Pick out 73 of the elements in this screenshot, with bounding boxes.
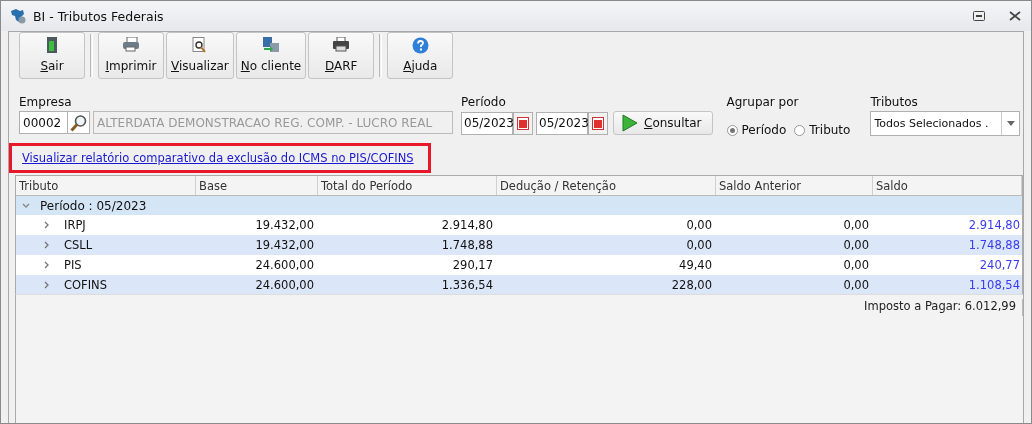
- printer-icon: [332, 37, 351, 52]
- help-icon: [411, 37, 429, 54]
- table-cell: 0,00: [843, 238, 869, 252]
- date-field[interactable]: 05/2023: [536, 111, 588, 135]
- table-cell: CSLL: [64, 238, 93, 252]
- table-cell: 1.748,88: [968, 238, 1020, 252]
- column-header[interactable]: Saldo Anterior: [716, 176, 873, 195]
- table-cell: 24.600,00: [255, 278, 314, 292]
- consultar-button[interactable]: Consultar: [613, 111, 713, 135]
- table-cell: 0,00: [843, 218, 869, 232]
- server-icon: [262, 37, 280, 53]
- table-cell: PIS: [64, 258, 82, 272]
- tributos-dropdown[interactable]: Todos Selecionados .: [870, 111, 1021, 136]
- column-header[interactable]: Base: [196, 176, 318, 195]
- column-header[interactable]: Total do Período: [318, 176, 497, 195]
- column-header[interactable]: Dedução / Retenção: [497, 176, 716, 195]
- radio-option[interactable]: Tributo: [794, 123, 851, 137]
- table-cell: 0,00: [843, 278, 869, 292]
- toolbar-button[interactable]: DARF: [308, 32, 375, 79]
- toolbar-button[interactable]: Imprimir: [98, 32, 164, 79]
- table-cell: 228,00: [671, 278, 712, 292]
- calendar-button[interactable]: [588, 111, 608, 135]
- field-label: Período: [461, 95, 507, 109]
- table-cell: 24.600,00: [255, 258, 314, 272]
- toolbar-button[interactable]: Sair: [19, 32, 85, 79]
- table-cell: 0,00: [686, 218, 712, 232]
- table-cell: 49,40: [679, 258, 712, 272]
- column-header[interactable]: Saldo: [873, 176, 1022, 195]
- table-cell: IRPJ: [64, 218, 86, 232]
- search-icon: [69, 113, 88, 132]
- report-link[interactable]: Visualizar relatório comparativo da exclusão do ICMS no PIS/COFINS: [22, 151, 414, 165]
- expand-icon[interactable]: [44, 241, 50, 249]
- magnifier-page-icon: [192, 37, 208, 53]
- table-cell: 1.748,88: [441, 238, 493, 252]
- restore-icon[interactable]: [973, 11, 985, 21]
- expand-icon[interactable]: [44, 261, 50, 269]
- field-label: Tributos: [870, 95, 919, 109]
- window-title: BI - Tributos Federais: [33, 8, 164, 24]
- radio-option[interactable]: Período: [726, 123, 787, 137]
- search-button[interactable]: [67, 111, 90, 134]
- table-cell: 19.432,00: [255, 218, 314, 232]
- printer-icon: [122, 37, 140, 52]
- calendar-icon: [517, 116, 529, 130]
- company-name-field: ALTERDATA DEMONSTRACAO REG. COMP. - LUCRO REAL: [93, 111, 453, 134]
- table-cell: 290,17: [452, 258, 493, 272]
- table-cell: 0,00: [686, 238, 712, 252]
- toolbar-button[interactable]: Visualizar: [166, 32, 234, 79]
- calendar-icon: [592, 116, 604, 130]
- table-cell: 2.914,80: [441, 218, 493, 232]
- table-cell: 1.336,54: [441, 278, 493, 292]
- play-icon: [622, 114, 638, 132]
- table-cell: COFINS: [64, 278, 107, 292]
- toolbar-button[interactable]: Ajuda: [387, 32, 454, 79]
- total-label: Imposto a Pagar: 6.012,99: [858, 299, 1023, 316]
- table-cell: 0,00: [843, 258, 869, 272]
- app-icon: [9, 8, 27, 24]
- table-cell: 19.432,00: [255, 238, 314, 252]
- calendar-button[interactable]: [513, 111, 533, 135]
- expand-icon[interactable]: [44, 281, 50, 289]
- toolbar-button[interactable]: No cliente: [235, 32, 307, 79]
- group-row[interactable]: Período : 05/2023: [16, 196, 1022, 215]
- caret-icon: [1006, 121, 1015, 126]
- expand-icon[interactable]: [44, 221, 50, 229]
- door-icon: [46, 37, 58, 53]
- company-code-field[interactable]: 00002: [19, 111, 67, 134]
- close-icon[interactable]: [1009, 11, 1021, 21]
- date-field[interactable]: 05/2023: [461, 111, 513, 135]
- table-cell: 2.914,80: [968, 218, 1020, 232]
- table-cell: 1.108,54: [968, 278, 1020, 292]
- field-label: Agrupar por: [726, 95, 800, 109]
- column-header[interactable]: Tributo: [16, 176, 196, 195]
- table-cell: 240,77: [979, 258, 1020, 272]
- field-label: Empresa: [19, 95, 73, 109]
